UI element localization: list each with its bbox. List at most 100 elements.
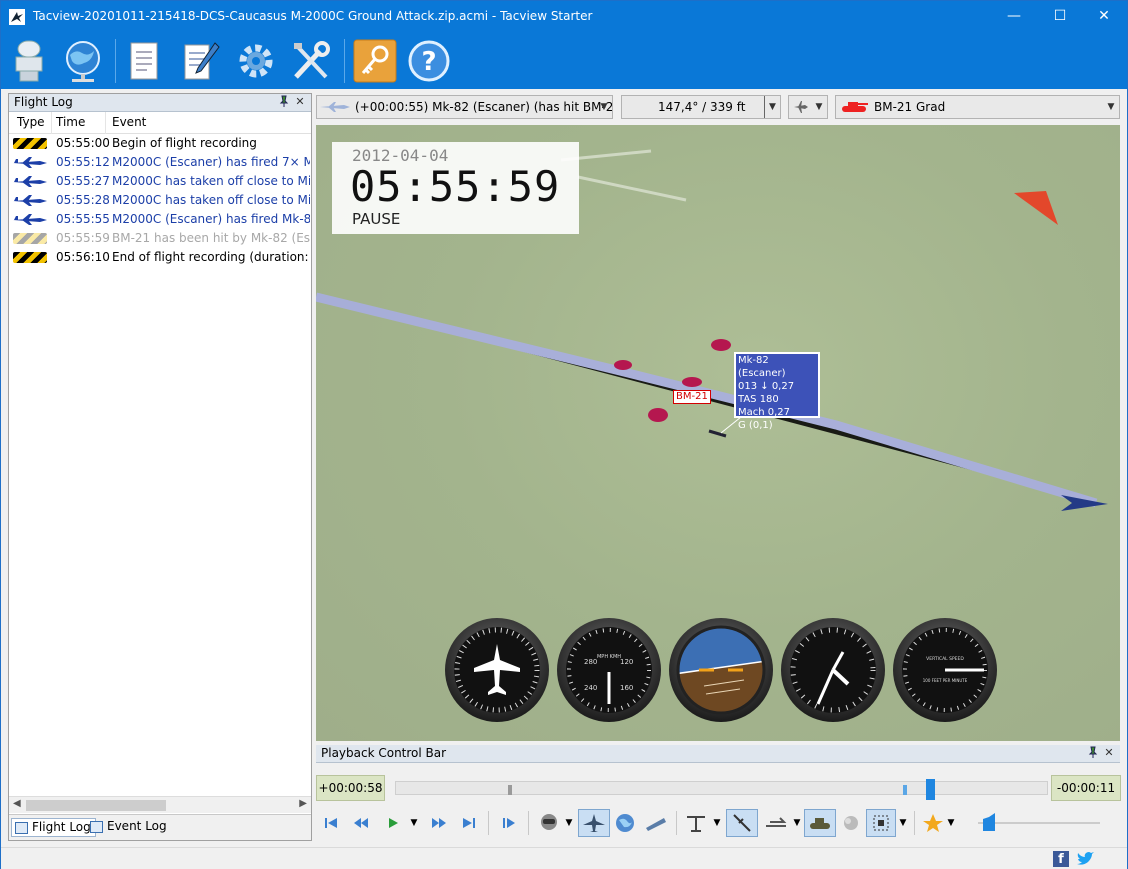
vsi-label-bottom: 100 FEET PER MINUTE [923,678,968,683]
column-time[interactable]: Time [56,115,85,129]
log-row[interactable]: 05:55:55 M2000C (Escaner) has fired Mk-82 [9,210,311,229]
fast-forward-button[interactable] [428,809,450,837]
timeline-handle[interactable] [926,779,935,800]
log-row[interactable]: 05:55:00 Begin of flight recording [9,134,311,153]
airspeed-indicator-gauge: MPH KMH 280 120 240 160 [557,618,661,722]
log-time: 05:55:00 [56,136,110,150]
scroll-left-icon[interactable]: ◀ [13,798,21,809]
minimize-button[interactable]: — [991,1,1037,33]
timeline-slider[interactable] [395,779,1048,800]
info-line: Mk-82 (Escaner) [738,355,786,379]
vsi-label-top: VERTICAL SPEED [926,656,964,662]
ground-object-dropdown[interactable]: ▼ [712,809,722,837]
event-log-icon [90,821,103,833]
target-label[interactable]: BM-21 [673,390,711,404]
scrollbar-thumb[interactable] [26,800,166,811]
overlay-options-dropdown[interactable]: ▼ [898,809,908,837]
log-row[interactable]: 05:56:10 End of flight recording (duratio… [9,248,311,267]
recording-type-icon [13,138,47,149]
svg-text:?: ? [421,47,436,77]
primary-object-select[interactable]: (+00:00:55) Mk-82 (Escaner) (has hit BM-… [316,95,613,119]
help-icon[interactable]: ? [405,36,453,86]
asi-mark: 280 [584,658,597,666]
time-display: 2012-04-04 05:55:59 PAUSE [332,142,579,234]
overlay-options-button[interactable] [866,809,896,837]
close-icon[interactable]: ✕ [293,95,307,109]
settings-gear-icon[interactable] [232,36,280,86]
asi-mark: 120 [620,658,633,666]
attitude-indicator-gauge [669,618,773,722]
pin-icon[interactable] [277,95,291,109]
bearing-range-select[interactable]: 147,4° / 339 ft ▼ [621,95,781,119]
bookmark-dropdown[interactable]: ▼ [946,809,956,837]
log-event: M2000C (Escaner) has fired Mk-82 [112,212,310,226]
play-button[interactable] [382,809,404,837]
usb-drive-icon[interactable] [5,36,53,86]
chevron-down-icon: ▼ [600,102,608,112]
document-icon[interactable] [121,36,169,86]
explosion-effects-button[interactable] [838,809,864,837]
chevron-down-icon: ▼ [815,102,823,112]
playback-speed-slider[interactable] [974,809,1104,837]
close-icon[interactable]: ✕ [1102,746,1116,760]
chevron-down-icon: ▼ [899,818,907,828]
cockpit-view-button[interactable] [578,809,610,837]
telescope-view-button[interactable] [642,809,670,837]
twitter-icon[interactable] [1076,851,1094,867]
scroll-right-icon[interactable]: ▶ [299,798,307,809]
notepad-pen-icon[interactable] [177,36,225,86]
log-time: 05:55:28 [56,193,110,207]
tab-event-log[interactable]: Event Log [87,818,171,837]
tab-flight-log-label: Flight Log [32,820,91,834]
log-row[interactable]: 05:55:27 M2000C has taken off close to Mi… [9,172,311,191]
globe-view-button[interactable] [612,809,638,837]
log-row[interactable]: 05:55:28 M2000C has taken off close to Mi… [9,191,311,210]
aircraft-icon [320,102,350,112]
ground-object-button[interactable] [682,809,710,837]
skip-to-start-button[interactable] [320,809,342,837]
relative-target-button[interactable]: ▼ [788,95,828,119]
license-key-icon[interactable] [351,36,399,86]
column-divider[interactable] [51,112,52,134]
secondary-object-select[interactable]: BM-21 Grad ▼ [835,95,1120,119]
chevron-down-icon: ▼ [410,818,418,828]
toolbar-separator [344,39,345,83]
pilot-view-button[interactable] [536,809,562,837]
skip-to-end-button[interactable] [458,809,480,837]
step-frame-button[interactable] [498,809,520,837]
aircraft-type-icon [13,157,47,168]
chevron-down-icon: ▼ [793,818,801,828]
log-row[interactable]: 05:55:59BM-21 has been hit by Mk-82 (Esc… [9,229,311,248]
log-event: M2000C (Escaner) has fired 7× Mk-82 [112,155,310,169]
maximize-button[interactable]: ☐ [1037,1,1083,33]
playback-control-bar: Playback Control Bar ✕ +00:00:58 -00:00:… [316,745,1121,843]
globe-network-icon[interactable] [59,36,107,86]
tacview-window: Tacview-20201011-215418-DCS-Caucasus M-2… [0,0,1128,869]
playback-title: Playback Control Bar [321,746,447,760]
column-event[interactable]: Event [112,115,146,129]
column-type[interactable]: Type [17,115,45,129]
selection-bar: (+00:00:55) Mk-82 (Escaner) (has hit BM-… [316,95,1120,119]
tools-wrench-icon[interactable] [287,36,335,86]
runway-view-button[interactable] [762,809,790,837]
log-row[interactable]: 05:55:12M2000C (Escaner) has fired 7× Mk… [9,153,311,172]
rewind-button[interactable] [350,809,372,837]
3d-view[interactable]: 2012-04-04 05:55:59 PAUSE BM-21 Mk-82 (E… [316,125,1120,741]
log-time: 05:55:59 [56,231,110,245]
tab-flight-log[interactable]: Flight Log [11,818,96,837]
pin-icon[interactable] [1086,746,1100,760]
aircraft-type-icon [13,176,47,187]
bookmark-star-button[interactable] [920,809,946,837]
facebook-icon[interactable]: f [1053,851,1069,867]
runway-view-dropdown[interactable]: ▼ [792,809,802,837]
column-divider[interactable] [105,112,106,134]
ground-units-button[interactable] [804,809,836,837]
flight-log-header: Flight Log ✕ [9,94,311,112]
play-speed-dropdown[interactable]: ▼ [408,809,420,837]
heading-indicator-gauge [445,618,549,722]
close-button[interactable]: ✕ [1081,1,1127,33]
pilot-view-dropdown[interactable]: ▼ [564,809,574,837]
weapons-view-button[interactable] [726,809,758,837]
horizontal-scrollbar[interactable]: ◀ ▶ [9,796,311,813]
window-title: Tacview-20201011-215418-DCS-Caucasus M-2… [33,9,593,23]
